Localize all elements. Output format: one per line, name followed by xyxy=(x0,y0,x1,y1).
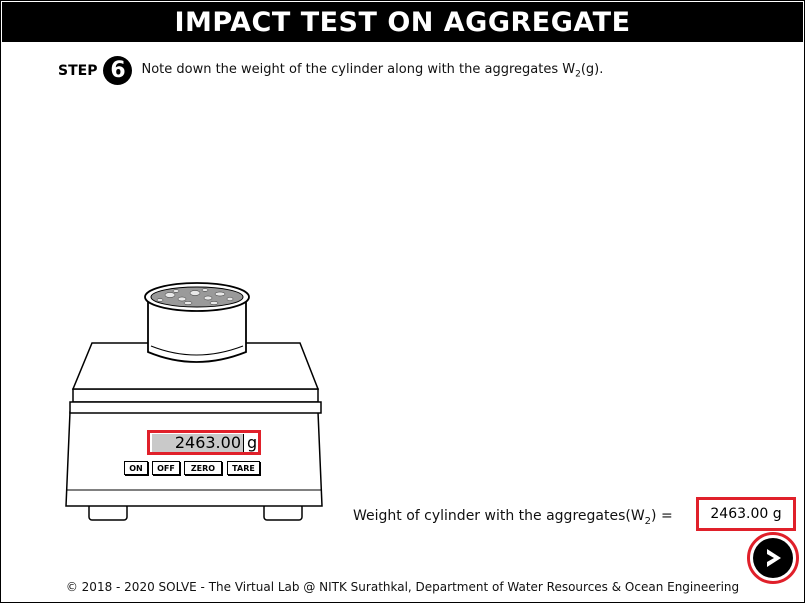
balance-ledge-lower xyxy=(69,401,322,414)
result-label-main: Weight of cylinder with the aggregates(W xyxy=(353,508,645,524)
balance-display-unit: g xyxy=(247,433,258,452)
balance-on-button[interactable]: ON xyxy=(124,461,148,475)
result-label: Weight of cylinder with the aggregates(W… xyxy=(353,508,673,527)
balance-display-value: 2463.00 xyxy=(152,433,244,452)
balance-zero-button[interactable]: ZERO xyxy=(184,461,222,475)
chevron-right-circle-icon xyxy=(753,538,793,578)
balance-body xyxy=(65,411,323,507)
balance-display: 2463.00 g xyxy=(147,430,261,455)
balance-ledge xyxy=(72,388,319,403)
result-value-box: 2463.00 g xyxy=(696,497,796,531)
result-label-end: ) = xyxy=(651,508,673,524)
balance-tare-button[interactable]: TARE xyxy=(227,461,260,475)
footer-copyright: © 2018 - 2020 SOLVE - The Virtual Lab @ … xyxy=(65,580,740,594)
next-button[interactable] xyxy=(747,532,799,584)
balance-off-button[interactable]: OFF xyxy=(152,461,180,475)
